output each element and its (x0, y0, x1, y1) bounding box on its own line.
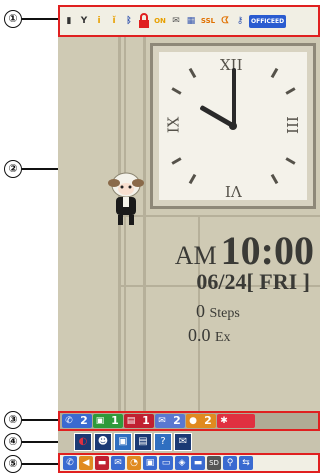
new-mail-indicator[interactable]: ▤ 1 (124, 414, 154, 428)
steps-unit: Steps (209, 306, 240, 321)
shortcut-person-icon[interactable]: ☻ (94, 433, 112, 451)
clock-tick (285, 157, 296, 165)
bluetooth-icon: ᛒ (126, 16, 132, 26)
missed-call-count: 2 (80, 414, 88, 427)
pc-icon[interactable]: ▬ (191, 456, 205, 470)
callout-5-leader (22, 463, 58, 465)
callout-1-leader (22, 18, 58, 20)
key-icon: ⚷ (236, 16, 244, 26)
clock-tick (171, 157, 182, 165)
analog-clock: XII IX III VI (150, 43, 316, 209)
sheep-character (106, 171, 146, 227)
officeed-badge: OFFICEED (249, 14, 287, 28)
shortcut-help-icon[interactable]: ? (154, 433, 172, 451)
shortcut-document-icon[interactable]: ▤ (134, 433, 152, 451)
alarm-icon: ✱ (220, 416, 228, 426)
shortcut-bar: ◐ ☻ ▣ ▤ ? ✉ (58, 431, 320, 453)
time-hours-minutes: 10:00 (220, 228, 314, 273)
shortcut-camera-icon[interactable]: ◐ (74, 433, 92, 451)
sms-count: 1 (111, 414, 119, 427)
tv-icon[interactable]: ▭ (159, 456, 173, 470)
antenna-icon: i (97, 16, 101, 26)
message-count: 2 (173, 414, 181, 427)
new-mail-count: 1 (142, 414, 150, 427)
clock-numeral-3: III (282, 116, 301, 134)
callout-3: ③ (4, 411, 22, 429)
ex-value: 0.0 (188, 325, 211, 345)
clock-tick (188, 67, 197, 79)
bottom-icon-bar: ✆ ◀ ▬ ✉ ◔ ▣ ▭ ◈ ▬ SD ⚲ ⇆ (58, 453, 320, 473)
new-mail-icon: ▤ (126, 416, 136, 426)
clock-tick (188, 173, 197, 185)
car-icon[interactable]: ▬ (95, 456, 109, 470)
signal-icon: Y (80, 16, 88, 26)
phone-icon[interactable]: ✆ (63, 456, 77, 470)
callout-5: ⑤ (4, 455, 22, 473)
lock-icon (137, 12, 151, 30)
digital-time: AM 10:00 (175, 227, 314, 274)
clock-tick (270, 67, 279, 79)
wallpaper-line (118, 215, 320, 217)
clock-minute-hand (232, 68, 236, 126)
keypad-lock-icon: ON (154, 17, 166, 25)
music-icon: ᗧ (221, 16, 229, 26)
sd-card-icon[interactable]: SD (207, 456, 221, 470)
clock-numeral-9: IX (164, 116, 183, 134)
callout-2: ② (4, 160, 22, 178)
gps-icon: ǐ (112, 16, 116, 26)
notification-bar: ✆ 2 ▣ 1 ▤ 1 ✉ 2 ● 2 ✱ (58, 411, 320, 431)
callout-1: ① (4, 10, 22, 28)
status-bar: ▮ Y i ǐ ᛒ ON ✉ ▦ SSL ᗧ ⚷ OFFICEED (58, 5, 320, 37)
clock-tick (171, 87, 182, 95)
phone-screen: ▮ Y i ǐ ᛒ ON ✉ ▦ SSL ᗧ ⚷ OFFICEED XII IX… (58, 5, 320, 473)
callout-3-leader (22, 419, 58, 421)
image-icon[interactable]: ▣ (143, 456, 157, 470)
shortcut-mail-icon[interactable]: ✉ (174, 433, 192, 451)
missed-call-indicator[interactable]: ✆ 2 (62, 414, 92, 428)
usb-icon[interactable]: ⚲ (223, 456, 237, 470)
calendar-icon: ▦ (186, 16, 196, 26)
voicemail-count: 2 (204, 414, 212, 427)
mail-box-icon[interactable]: ✉ (111, 456, 125, 470)
ex-unit: Ex (215, 330, 231, 345)
clock-center (229, 122, 237, 130)
pedometer-ex: 0.0 Ex (188, 325, 231, 346)
callout-4-leader (22, 441, 58, 443)
battery-icon: ▮ (66, 16, 72, 26)
steps-value: 0 (196, 301, 205, 321)
message-icon: ✉ (158, 416, 166, 426)
voicemail-icon: ● (189, 416, 197, 426)
pedometer-steps: 0 Steps (196, 301, 240, 322)
infrared-icon[interactable]: ◈ (175, 456, 189, 470)
missed-call-icon: ✆ (65, 416, 73, 426)
date-display: 06/24[ FRI ] (196, 269, 310, 294)
clock-tick (270, 173, 279, 185)
new-message-indicator[interactable]: ✉ 2 (155, 414, 185, 428)
clock-tick (285, 87, 296, 95)
clock-numeral-6: VI (225, 182, 242, 200)
mail-icon: ✉ (172, 16, 180, 26)
alarm-indicator[interactable]: ✱ (217, 414, 255, 428)
new-sms-indicator[interactable]: ▣ 1 (93, 414, 123, 428)
ssl-icon: SSL (200, 17, 216, 25)
timer-icon[interactable]: ◔ (127, 456, 141, 470)
wallpaper: XII IX III VI AM 10:00 06/24[FRI] 0 St… (58, 37, 320, 411)
time-ampm: AM (174, 241, 217, 270)
transfer-icon[interactable]: ⇆ (239, 456, 253, 470)
voicemail-indicator[interactable]: ● 2 (186, 414, 216, 428)
shortcut-app-icon[interactable]: ▣ (114, 433, 132, 451)
callout-4: ④ (4, 433, 22, 451)
sms-icon: ▣ (95, 416, 105, 426)
speaker-icon[interactable]: ◀ (79, 456, 93, 470)
